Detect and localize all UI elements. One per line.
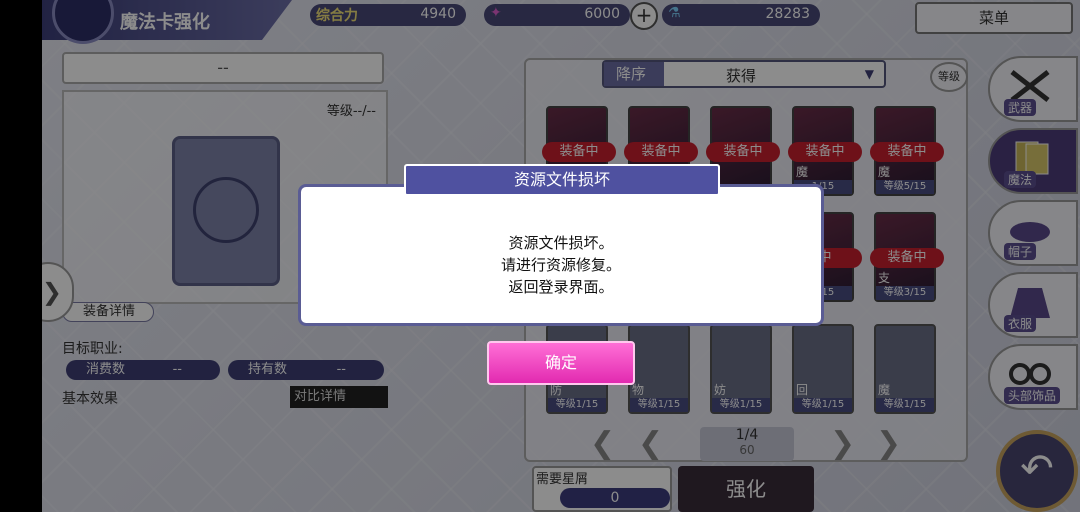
dialog-line-3: 返回登录界面。	[508, 278, 614, 296]
dialog-line-2: 请进行资源修复。	[500, 256, 621, 274]
game-screen: 魔法卡强化 综合力 4940 ✦ 6000 + ⚗ 28283 菜单 -- 等级…	[0, 0, 1080, 512]
dialog-title: 资源文件损坏	[404, 164, 720, 196]
dialog-line-1: 资源文件损坏。	[508, 234, 614, 252]
dialog-message: 资源文件损坏。 请进行资源修复。 返回登录界面。	[298, 232, 824, 298]
confirm-button[interactable]: 确定	[487, 341, 635, 385]
